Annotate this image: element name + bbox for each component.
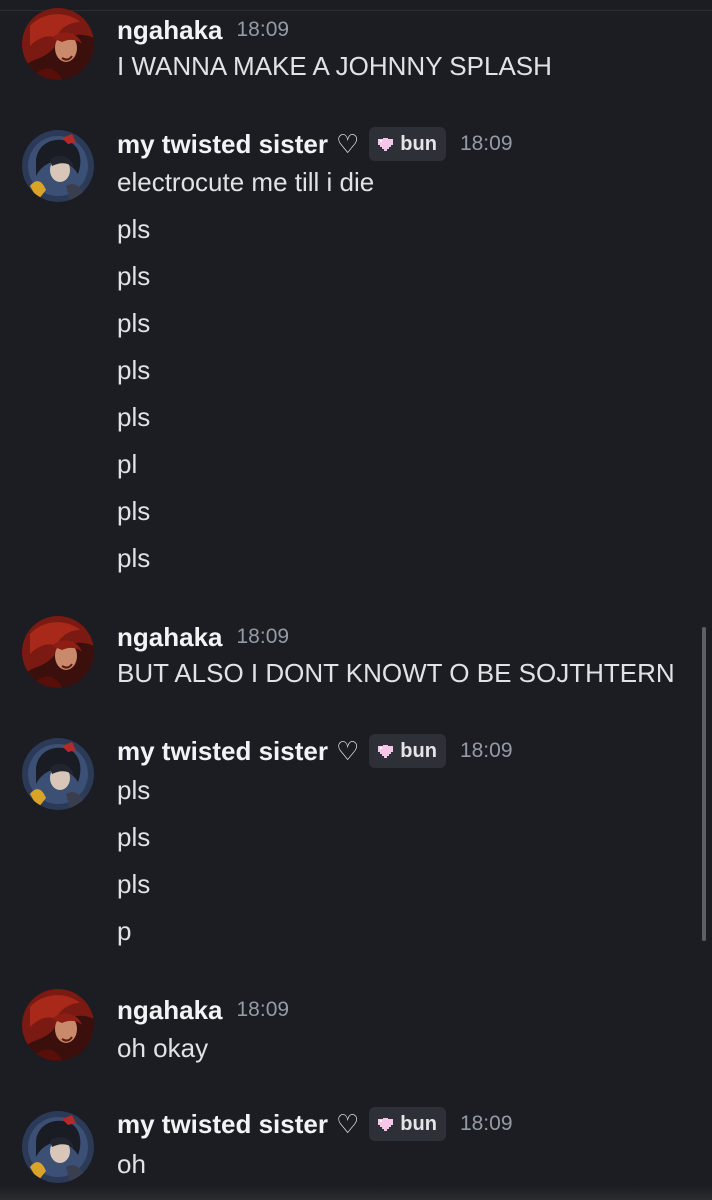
message-text: pls (117, 869, 151, 899)
message-text: pls (117, 543, 151, 573)
avatar-ngahaka[interactable] (22, 989, 94, 1061)
divider (0, 10, 712, 11)
dark-haired-character-avatar-icon (22, 1111, 94, 1183)
message-text: pl (117, 449, 138, 479)
bottom-edge (0, 1186, 712, 1200)
server-tag[interactable]: bun (369, 1107, 446, 1141)
username[interactable]: my twisted sister (117, 1109, 328, 1140)
heart-emoji: ♡ (335, 735, 360, 766)
timestamp: 18:09 (459, 132, 513, 155)
message-text: BUT ALSO I DONT KNOWT O BE SOJTHTERN (117, 658, 675, 688)
message-text: pls (117, 214, 151, 244)
heart-emoji: ♡ (335, 1108, 360, 1139)
message-text: oh (117, 1149, 146, 1179)
avatar-my-twisted-sister[interactable] (22, 130, 94, 202)
red-haired-character-avatar-icon (22, 8, 94, 80)
pixel-heart-icon (378, 137, 394, 151)
message-text: I WANNA MAKE A JOHNNY SPLASH (117, 51, 552, 81)
avatar-ngahaka[interactable] (22, 8, 94, 80)
message-text: pls (117, 402, 151, 432)
username[interactable]: my twisted sister (117, 129, 328, 160)
server-tag[interactable]: bun (369, 127, 446, 161)
username[interactable]: ngahaka (117, 15, 223, 46)
message-text: p (117, 916, 132, 946)
message-text: pls (117, 261, 151, 291)
avatar-my-twisted-sister[interactable] (22, 738, 94, 810)
username[interactable]: ngahaka (117, 622, 223, 653)
message-header: my twisted sister ♡ bun 18:09 (117, 734, 513, 768)
avatar-my-twisted-sister[interactable] (22, 1111, 94, 1183)
red-haired-character-avatar-icon (22, 989, 94, 1061)
timestamp: 18:09 (236, 998, 290, 1021)
chat-message-list[interactable]: ngahaka 18:09 I WANNA MAKE A JOHNNY SPLA… (0, 0, 712, 1200)
tag-label: bun (400, 132, 437, 155)
dark-haired-character-avatar-icon (22, 738, 94, 810)
timestamp: 18:09 (459, 739, 513, 762)
pixel-heart-icon (378, 744, 394, 758)
avatar-ngahaka[interactable] (22, 616, 94, 688)
heart-emoji: ♡ (335, 128, 360, 159)
timestamp: 18:09 (459, 1112, 513, 1135)
red-haired-character-avatar-icon (22, 616, 94, 688)
message-header: my twisted sister ♡ bun 18:09 (117, 127, 513, 161)
tag-label: bun (400, 739, 437, 762)
message-text: pls (117, 308, 151, 338)
message-header: my twisted sister ♡ bun 18:09 (117, 1107, 513, 1141)
message-text: electrocute me till i die (117, 167, 375, 197)
message-header: ngahaka 18:09 (117, 622, 289, 652)
scrollbar-thumb[interactable] (702, 627, 706, 941)
tag-label: bun (400, 1112, 437, 1135)
username[interactable]: my twisted sister (117, 736, 328, 767)
dark-haired-character-avatar-icon (22, 130, 94, 202)
message-text: pls (117, 822, 151, 852)
message-header: ngahaka 18:09 (117, 995, 289, 1025)
message-text: pls (117, 496, 151, 526)
server-tag[interactable]: bun (369, 734, 446, 768)
message-text: pls (117, 775, 151, 805)
username[interactable]: ngahaka (117, 995, 223, 1026)
pixel-heart-icon (378, 1117, 394, 1131)
timestamp: 18:09 (236, 18, 290, 41)
message-text: pls (117, 355, 151, 385)
timestamp: 18:09 (236, 625, 290, 648)
message-text: oh okay (117, 1033, 209, 1063)
message-header: ngahaka 18:09 (117, 15, 289, 45)
